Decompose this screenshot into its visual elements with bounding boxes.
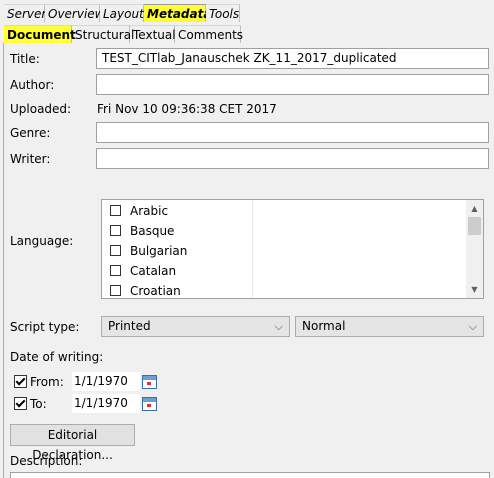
title-field[interactable]: TEST_CITlab_Janauschek ZK_11_2017_duplic… (96, 48, 489, 69)
script-type-select[interactable]: Printed ⌵ (101, 316, 290, 337)
uploaded-value: Fri Nov 10 09:36:38 CET 2017 (97, 102, 277, 116)
tab-server[interactable]: Server (4, 4, 46, 22)
date-of-writing-label: Date of writing: (10, 350, 104, 364)
to-label: To: (30, 397, 47, 411)
tab-overview[interactable]: Overview (45, 4, 105, 22)
tab-metadata[interactable]: Metadata (144, 4, 211, 22)
language-option-label: Catalan (130, 264, 177, 278)
scroll-up-icon[interactable]: ▲ (466, 200, 483, 217)
author-label: Author: (10, 78, 55, 92)
script-subtype-value: Normal (302, 319, 346, 333)
description-field[interactable] (10, 472, 490, 478)
language-option[interactable]: Arabic (110, 202, 168, 220)
checkbox[interactable] (110, 285, 121, 296)
language-option-label: Arabic (130, 204, 169, 218)
chevron-down-icon: ⌵ (274, 320, 283, 333)
writer-label: Writer: (10, 152, 51, 166)
language-label: Language: (10, 234, 74, 248)
genre-field[interactable] (96, 122, 489, 143)
language-option[interactable]: Catalan (110, 262, 176, 280)
scroll-down-icon[interactable]: ▼ (466, 281, 483, 298)
tab-tools[interactable]: Tools (206, 4, 240, 22)
description-label: Description: (10, 454, 83, 468)
editorial-declaration-button[interactable]: Editorial Declaration... (10, 424, 135, 462)
subtab-comments[interactable]: Comments (175, 25, 243, 43)
checkbox[interactable] (110, 205, 121, 216)
checkbox[interactable] (110, 225, 121, 236)
subtab-structural[interactable]: Structural (72, 25, 134, 43)
from-label: From: (30, 375, 64, 389)
script-type-label: Script type: (10, 320, 80, 334)
language-option[interactable]: Basque (110, 222, 174, 240)
chevron-down-icon: ⌵ (468, 320, 477, 333)
author-field[interactable] (96, 74, 489, 95)
script-subtype-select[interactable]: Normal ⌵ (295, 316, 484, 337)
language-option[interactable]: Bulgarian (110, 242, 187, 260)
uploaded-label: Uploaded: (10, 102, 72, 116)
title-label: Title: (10, 52, 40, 66)
language-scrollbar[interactable]: ▲ ▼ (466, 200, 483, 298)
to-checkbox-row[interactable]: To: (14, 397, 47, 411)
language-option-label: Bulgarian (130, 244, 188, 258)
script-type-value: Printed (108, 319, 151, 333)
to-checkbox[interactable] (14, 397, 27, 410)
tab-layout[interactable]: Layout (100, 4, 144, 22)
genre-label: Genre: (10, 126, 51, 140)
from-checkbox-row[interactable]: From: (14, 375, 64, 389)
scroll-thumb[interactable] (468, 217, 481, 235)
checkbox[interactable] (110, 245, 121, 256)
language-listbox[interactable]: Arabic Basque Bulgarian Catalan Croatian… (101, 199, 484, 299)
subtab-document[interactable]: Document (4, 25, 76, 43)
calendar-icon[interactable] (142, 375, 157, 389)
checkbox[interactable] (110, 265, 121, 276)
language-option-label: Basque (130, 224, 175, 238)
calendar-icon[interactable] (142, 397, 157, 411)
from-date-field[interactable]: 1/1/1970 (72, 372, 140, 391)
subtab-textual[interactable]: Textual (130, 25, 176, 43)
language-option-label: Croatian (130, 284, 181, 298)
to-date-field[interactable]: 1/1/1970 (72, 394, 140, 413)
language-option[interactable]: Croatian (110, 282, 181, 298)
writer-field[interactable] (96, 148, 489, 169)
from-checkbox[interactable] (14, 375, 27, 388)
